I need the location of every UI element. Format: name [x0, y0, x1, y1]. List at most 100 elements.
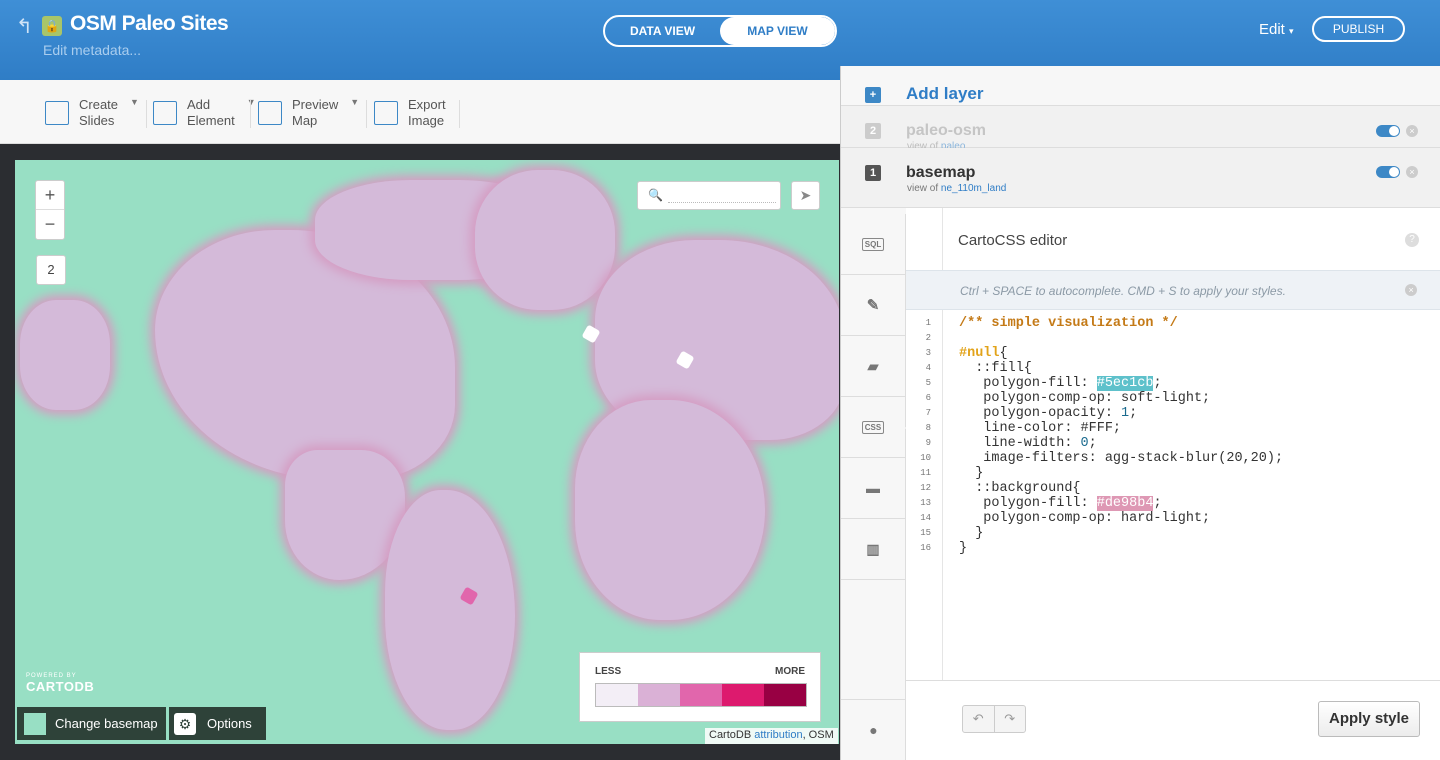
cartodb-logo: POWERED BY CARTODB: [26, 673, 94, 694]
line-number: 4: [925, 363, 931, 373]
editor-hint: Ctrl + SPACE to autocomplete. CMD + S to…: [906, 270, 1440, 310]
layer-view-of: view of ne_110m_land: [907, 183, 1006, 194]
layer-table-link[interactable]: ne_110m_land: [941, 183, 1006, 194]
code-line[interactable]: 2: [906, 331, 1440, 346]
tab-legend[interactable]: ▬: [841, 458, 905, 519]
line-number: 5: [925, 378, 931, 388]
code-text: }: [959, 541, 968, 556]
code-line[interactable]: 8 line-color: #FFF;: [906, 421, 1440, 436]
tab-sql[interactable]: SQL: [841, 214, 905, 275]
layer-panel: + Add layer 2 paleo-osm view of paleo × …: [840, 66, 1440, 760]
layer-row-paleo-osm[interactable]: 2 paleo-osm view of paleo ×: [841, 106, 1440, 152]
code-line[interactable]: 4 ::fill{: [906, 361, 1440, 376]
layer-visibility-toggle[interactable]: [1376, 166, 1400, 178]
code-line[interactable]: 15 }: [906, 526, 1440, 541]
chevron-down-icon: ▼: [130, 97, 139, 107]
add-element-button[interactable]: Add Element ▼: [153, 97, 256, 129]
view-switch: DATA VIEW MAP VIEW: [603, 15, 837, 47]
line-number: 9: [925, 438, 931, 448]
tab-tips[interactable]: ●: [841, 699, 906, 760]
close-icon[interactable]: ×: [1406, 125, 1418, 137]
map-view-tab[interactable]: MAP VIEW: [720, 17, 835, 45]
code-text: image-filters: agg-stack-blur(20,20);: [959, 451, 1284, 466]
options-label: Options: [207, 716, 252, 731]
help-icon[interactable]: ?: [1405, 233, 1419, 247]
code-text: /** simple visualization */: [959, 316, 1178, 331]
code-line[interactable]: 3 #null{: [906, 346, 1440, 361]
options-button[interactable]: ⚙ Options: [169, 707, 266, 740]
share-icon[interactable]: ➤: [791, 181, 820, 210]
code-line[interactable]: 7 polygon-opacity: 1;: [906, 406, 1440, 421]
layer-visibility-toggle[interactable]: [1376, 125, 1400, 137]
chevron-down-icon: ▼: [350, 97, 360, 107]
line-number: 8: [925, 423, 931, 433]
line-number: 11: [920, 468, 931, 478]
layer-index-badge: 1: [865, 165, 881, 181]
brand-text: CARTODB: [26, 679, 95, 694]
comment-icon: ▰: [867, 357, 879, 374]
code-text: polygon-comp-op: soft-light;: [959, 391, 1211, 406]
map-legend: LESS MORE: [579, 652, 821, 722]
map-search-input[interactable]: 🔍: [637, 181, 781, 210]
code-line[interactable]: 14 polygon-comp-op: hard-light;: [906, 511, 1440, 526]
create-slides-button[interactable]: Create Slides ▼: [45, 97, 139, 129]
editor-footer: ↶ ↷ Apply style: [906, 680, 1440, 760]
attribution-link[interactable]: attribution: [754, 729, 802, 741]
code-line[interactable]: 12 ::background{: [906, 481, 1440, 496]
tab-infowindow[interactable]: ▰: [841, 336, 905, 397]
layer-name[interactable]: paleo-osm: [906, 122, 986, 140]
change-basemap-button[interactable]: Change basemap: [17, 707, 166, 740]
layer-index-badge: 2: [865, 123, 881, 139]
basemap-swatch: [24, 712, 46, 735]
data-view-tab[interactable]: DATA VIEW: [605, 17, 720, 45]
tab-wizard[interactable]: ✎: [841, 275, 905, 336]
add-layer-row[interactable]: + Add layer: [841, 66, 1440, 106]
search-underline: [668, 202, 776, 203]
undo-icon[interactable]: ↶: [963, 706, 995, 732]
code-line[interactable]: 6 polygon-comp-op: soft-light;: [906, 391, 1440, 406]
code-line[interactable]: 9 line-width: 0;: [906, 436, 1440, 451]
layer-name[interactable]: basemap: [906, 164, 975, 182]
redo-icon[interactable]: ↷: [995, 706, 1026, 732]
close-icon[interactable]: ×: [1405, 284, 1417, 296]
code-text: polygon-comp-op: hard-light;: [959, 511, 1211, 526]
add-element-label: Add Element: [187, 97, 235, 128]
layer-row-basemap[interactable]: 1 basemap view of ne_110m_land ×: [841, 148, 1440, 208]
legend-swatch: [638, 684, 680, 706]
apply-style-button[interactable]: Apply style: [1318, 701, 1420, 737]
code-line[interactable]: 16}: [906, 541, 1440, 556]
export-image-button[interactable]: Export Image: [374, 97, 446, 129]
tab-filters[interactable]: ▥: [841, 519, 905, 580]
tab-css[interactable]: CSS: [841, 397, 912, 458]
zoom-out-button[interactable]: −: [36, 210, 64, 239]
back-arrow-icon[interactable]: ↰: [16, 14, 33, 39]
gear-icon: ⚙: [174, 712, 196, 735]
preview-map-button[interactable]: Preview Map ▼: [258, 97, 359, 129]
code-area[interactable]: 1 /** simple visualization */2 3 #null{4 ::…: [906, 316, 1440, 556]
code-line[interactable]: 5 polygon-fill: #5ec1cb;: [906, 376, 1440, 391]
divider: [250, 100, 251, 128]
edit-metadata-link[interactable]: Edit metadata...: [43, 42, 141, 58]
code-line[interactable]: 13 polygon-fill: #de98b4;: [906, 496, 1440, 511]
close-icon[interactable]: ×: [1406, 166, 1418, 178]
editor-hint-text: Ctrl + SPACE to autocomplete. CMD + S to…: [960, 284, 1286, 298]
brush-icon: ✎: [866, 297, 880, 314]
legend-icon: ▬: [866, 480, 880, 496]
slide-number[interactable]: 2: [36, 255, 66, 285]
image-icon: [374, 101, 398, 125]
publish-button[interactable]: PUBLISH: [1312, 16, 1405, 42]
line-number: 14: [920, 513, 931, 523]
legend-color-bar: [595, 683, 807, 707]
code-line[interactable]: 10 image-filters: agg-stack-blur(20,20);: [906, 451, 1440, 466]
page-title: OSM Paleo Sites: [70, 12, 229, 35]
lock-icon[interactable]: 🔒: [42, 16, 62, 36]
zoom-in-button[interactable]: +: [36, 181, 64, 210]
code-line[interactable]: 11 }: [906, 466, 1440, 481]
edit-menu[interactable]: Edit ▾: [1259, 21, 1294, 38]
preview-map-label: Preview Map: [292, 97, 339, 128]
line-number: 13: [920, 498, 931, 508]
code-text: }: [959, 526, 984, 541]
plus-icon: +: [865, 87, 881, 103]
search-icon: 🔍: [648, 188, 663, 202]
code-line[interactable]: 1 /** simple visualization */: [906, 316, 1440, 331]
